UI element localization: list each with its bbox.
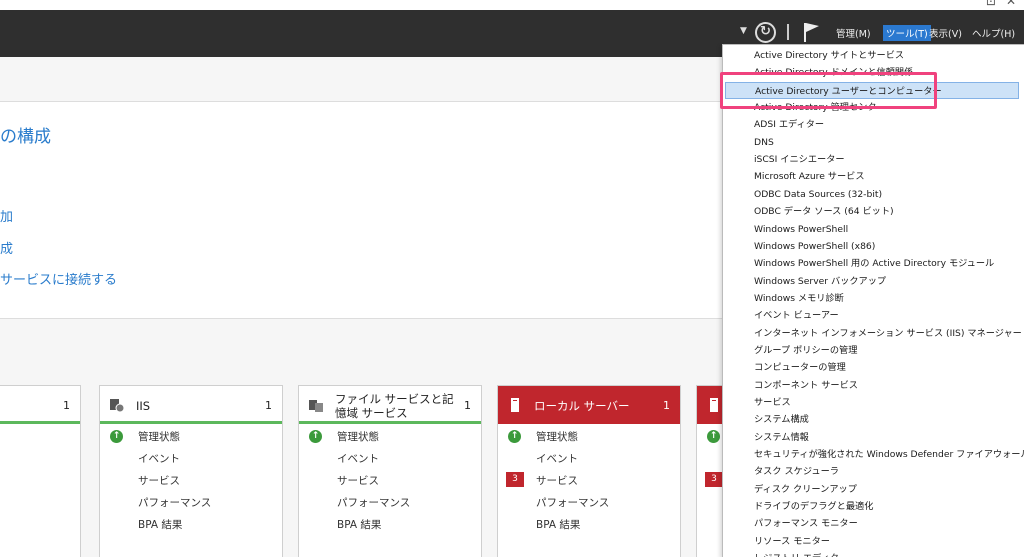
role-tile-file-services[interactable]: ファイル サービスと記憶域 サービス 1 ↑ 管理状態 イベント サービス パフ… — [298, 385, 482, 557]
tile-row-manageability[interactable]: 管理状態 — [138, 429, 180, 444]
tools-menu-item[interactable]: ADSI エディター — [754, 116, 824, 133]
restore-icon[interactable]: ⊡ — [986, 0, 996, 8]
tile-row-events[interactable]: イベント — [337, 451, 379, 466]
tools-menu-item[interactable]: コンピューターの管理 — [754, 359, 846, 376]
tools-menu-item[interactable]: Windows PowerShell 用の Active Directory モ… — [754, 255, 994, 272]
tile-row-bpa[interactable]: BPA 結果 — [536, 517, 580, 532]
tile-row-services[interactable]: サービス — [138, 473, 180, 488]
status-ok-icon: ↑ — [707, 430, 720, 443]
status-ok-icon: ↑ — [508, 430, 521, 443]
tools-menu-item[interactable]: Windows PowerShell — [754, 221, 848, 238]
tile-title: IIS — [136, 399, 151, 413]
tile-row-performance[interactable]: パフォーマンス — [337, 495, 410, 510]
tools-menu-item[interactable]: Active Directory サイトとサービス — [754, 47, 904, 64]
role-tile-iis[interactable]: IIS 1 ↑ 管理状態 イベント サービス パフォーマンス BPA 結果 — [99, 385, 283, 557]
annotation-highlight-box — [720, 72, 937, 109]
tools-menu-item[interactable]: リソース モニター — [754, 533, 830, 550]
server-icon — [511, 398, 519, 412]
tools-menu-item[interactable]: セキュリティが強化された Windows Defender ファイアウォール — [754, 446, 1024, 463]
welcome-link-add-roles[interactable]: 加 — [0, 206, 13, 225]
tools-menu-item[interactable]: グループ ポリシーの管理 — [754, 342, 857, 359]
tile-header: IIS 1 — [100, 386, 282, 424]
tile-title: ファイル サービスと記憶域 サービス — [335, 392, 454, 420]
tools-menu-item[interactable]: iSCSI イニシエーター — [754, 151, 845, 168]
welcome-link-cloud-services[interactable]: サービスに接続する — [0, 269, 117, 288]
window-controls: ⊡ ✕ — [986, 0, 1016, 8]
flag-icon[interactable] — [802, 21, 822, 43]
menu-manage[interactable]: 管理(M) — [836, 26, 871, 40]
tile-title: ローカル サーバー — [534, 399, 630, 413]
tools-menu-item[interactable]: システム情報 — [754, 429, 809, 446]
tile-row-bpa[interactable]: BPA 結果 — [138, 517, 182, 532]
tile-header: ファイル サービスと記憶域 サービス 1 — [299, 386, 481, 424]
role-tile-local-server[interactable]: ローカル サーバー 1 ↑ 管理状態 イベント 3 サービス パフォーマンス B… — [497, 385, 681, 557]
tile-row-services[interactable]: サービス — [337, 473, 379, 488]
tile-row-manageability[interactable]: 管理状態 — [536, 429, 578, 444]
tile-row-manageability[interactable]: 管理状態 — [337, 429, 379, 444]
tile-count: 1 — [265, 399, 272, 412]
role-tile-partial[interactable]: 1 — [0, 385, 81, 557]
status-ok-icon: ↑ — [110, 430, 123, 443]
tools-menu-item[interactable]: Windows メモリ診断 — [754, 290, 844, 307]
title-bar: ⊡ ✕ — [0, 0, 1024, 10]
menu-view[interactable]: 表示(V) — [929, 26, 962, 40]
tile-count: 1 — [63, 399, 70, 412]
dropdown-arrow-icon[interactable]: ▼ — [740, 26, 747, 36]
tools-menu-item[interactable]: コンポーネント サービス — [754, 377, 858, 394]
welcome-link-create-group[interactable]: 成 — [0, 238, 13, 257]
tile-header: ローカル サーバー 1 — [498, 386, 680, 424]
server-icon — [710, 398, 718, 412]
tools-menu-item[interactable]: DNS — [754, 134, 774, 151]
tools-menu-item[interactable]: ディスク クリーンアップ — [754, 481, 857, 498]
tile-count: 1 — [464, 399, 471, 412]
tools-dropdown-menu: Active Directory サイトとサービス Active Director… — [722, 44, 1024, 557]
tools-menu-item[interactable]: Microsoft Azure サービス — [754, 168, 865, 185]
status-ok-icon: ↑ — [309, 430, 322, 443]
dashboard-main: の構成 加 成 サービスに接続する 1 IIS 1 ↑ 管理状態 イベント サー… — [0, 57, 756, 557]
tools-menu-item[interactable]: システム構成 — [754, 411, 809, 428]
alert-count-badge[interactable]: 3 — [506, 472, 524, 487]
welcome-panel: の構成 加 成 サービスに接続する — [0, 101, 722, 319]
menu-help[interactable]: ヘルプ(H) — [972, 26, 1015, 40]
tile-count: 1 — [663, 399, 670, 412]
tile-row-performance[interactable]: パフォーマンス — [138, 495, 211, 510]
toolbar-separator — [787, 24, 789, 40]
alert-count-badge[interactable]: 3 — [705, 472, 723, 487]
tools-menu-item[interactable]: サービス — [754, 394, 791, 411]
tools-menu-item[interactable]: Windows PowerShell (x86) — [754, 238, 875, 255]
tile-row-events[interactable]: イベント — [138, 451, 180, 466]
tile-header: 1 — [0, 386, 80, 424]
iis-icon — [110, 399, 124, 412]
tools-menu-item[interactable]: ODBC Data Sources (32-bit) — [754, 186, 882, 203]
tile-row-performance[interactable]: パフォーマンス — [536, 495, 609, 510]
refresh-icon[interactable]: ↻ — [755, 22, 776, 43]
tools-menu-item[interactable]: ドライブのデフラグと最適化 — [754, 498, 873, 515]
tools-menu-item[interactable]: Windows Server バックアップ — [754, 273, 886, 290]
tools-menu-item[interactable]: ODBC データ ソース (64 ビット) — [754, 203, 894, 220]
file-services-icon — [309, 400, 323, 412]
welcome-title: の構成 — [0, 127, 51, 147]
close-icon[interactable]: ✕ — [1006, 0, 1016, 8]
tools-menu-item[interactable]: タスク スケジューラ — [754, 463, 839, 480]
tools-menu-item[interactable]: インターネット インフォメーション サービス (IIS) マネージャー — [754, 325, 1022, 342]
tools-menu-item[interactable]: レジストリ エディター — [754, 550, 848, 557]
tile-row-services[interactable]: サービス — [536, 473, 578, 488]
tile-row-bpa[interactable]: BPA 結果 — [337, 517, 381, 532]
tools-menu-item[interactable]: イベント ビューアー — [754, 307, 839, 324]
tools-menu-item[interactable]: パフォーマンス モニター — [754, 515, 858, 532]
menu-tools[interactable]: ツール(T) — [883, 25, 931, 41]
tile-row-events[interactable]: イベント — [536, 451, 578, 466]
